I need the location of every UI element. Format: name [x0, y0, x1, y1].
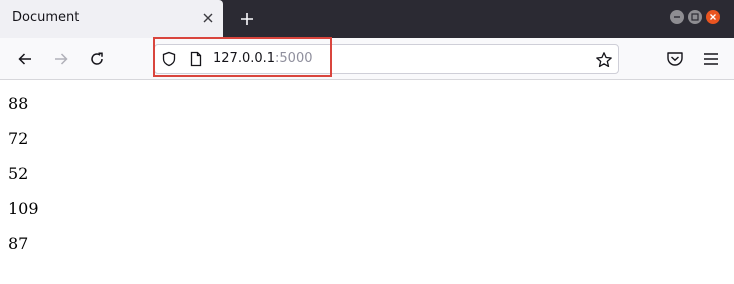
maximize-button[interactable] [688, 10, 702, 24]
reload-icon [91, 52, 103, 65]
shield-icon[interactable] [161, 51, 177, 67]
navigation-toolbar: 127.0.0.1:5000 [0, 38, 734, 80]
url-port: :5000 [275, 51, 313, 66]
page-content: 88 72 52 109 87 [0, 81, 734, 284]
star-icon[interactable] [595, 51, 613, 69]
close-icon [203, 13, 213, 23]
back-button[interactable] [13, 47, 37, 71]
minimize-icon [674, 16, 680, 18]
close-window-icon [710, 14, 716, 20]
close-tab-button[interactable] [199, 9, 217, 27]
forward-button[interactable] [49, 47, 73, 71]
tab-title: Document [12, 10, 80, 25]
hamburger-menu-icon[interactable] [700, 48, 722, 70]
back-arrow-icon [18, 53, 31, 65]
forward-arrow-icon [55, 53, 68, 65]
tab-strip: Document [0, 0, 734, 38]
pocket-icon[interactable] [664, 48, 686, 70]
close-window-button[interactable] [706, 10, 720, 24]
url-host: 127.0.0.1 [213, 51, 276, 66]
address-bar[interactable]: 127.0.0.1:5000 [154, 44, 619, 74]
content-line: 87 [8, 234, 29, 253]
content-line: 109 [8, 199, 39, 218]
new-tab-button[interactable] [235, 7, 259, 31]
content-line: 88 [8, 94, 29, 113]
page-icon[interactable] [188, 51, 204, 67]
content-line: 72 [8, 129, 29, 148]
url-text[interactable]: 127.0.0.1:5000 [213, 51, 313, 66]
reload-button[interactable] [85, 47, 109, 71]
minimize-button[interactable] [670, 10, 684, 24]
content-line: 52 [8, 164, 29, 183]
tab-document[interactable]: Document [0, 0, 223, 38]
plus-icon [241, 13, 253, 25]
maximize-icon [691, 13, 699, 21]
